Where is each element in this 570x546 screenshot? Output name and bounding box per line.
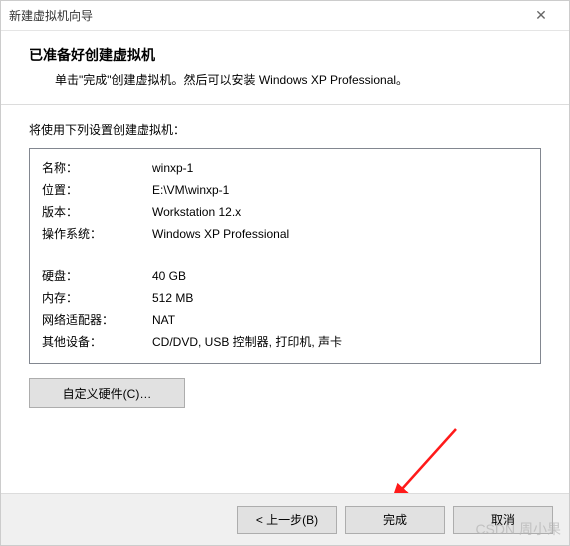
summary-row: 操作系统： Windows XP Professional	[42, 223, 528, 245]
label-os: 操作系统：	[42, 223, 152, 245]
value-memory: 512 MB	[152, 287, 528, 309]
label-disk: 硬盘：	[42, 265, 152, 287]
wizard-header: 已准备好创建虚拟机 单击"完成"创建虚拟机。然后可以安装 Windows XP …	[1, 31, 569, 105]
label-network: 网络适配器：	[42, 309, 152, 331]
value-version: Workstation 12.x	[152, 201, 528, 223]
label-other: 其他设备：	[42, 331, 152, 353]
value-network: NAT	[152, 309, 528, 331]
cancel-button[interactable]: 取消	[453, 506, 553, 534]
summary-row: 其他设备： CD/DVD, USB 控制器, 打印机, 声卡	[42, 331, 528, 353]
wizard-footer: < 上一步(B) 完成 取消	[1, 493, 569, 545]
summary-row: 名称： winxp-1	[42, 157, 528, 179]
spacer	[42, 245, 528, 265]
back-button[interactable]: < 上一步(B)	[237, 506, 337, 534]
label-name: 名称：	[42, 157, 152, 179]
window-title: 新建虚拟机向导	[9, 7, 521, 24]
summary-row: 位置： E:\VM\winxp-1	[42, 179, 528, 201]
close-icon[interactable]: ✕	[521, 7, 561, 24]
value-location: E:\VM\winxp-1	[152, 179, 528, 201]
value-other: CD/DVD, USB 控制器, 打印机, 声卡	[152, 331, 528, 353]
label-memory: 内存：	[42, 287, 152, 309]
summary-box: 名称： winxp-1 位置： E:\VM\winxp-1 版本： Workst…	[29, 148, 541, 364]
finish-button[interactable]: 完成	[345, 506, 445, 534]
summary-row: 硬盘： 40 GB	[42, 265, 528, 287]
value-name: winxp-1	[152, 157, 528, 179]
summary-row: 内存： 512 MB	[42, 287, 528, 309]
wizard-content: 将使用下列设置创建虚拟机： 名称： winxp-1 位置： E:\VM\winx…	[1, 105, 569, 418]
label-location: 位置：	[42, 179, 152, 201]
page-subheading: 单击"完成"创建虚拟机。然后可以安装 Windows XP Profession…	[29, 71, 541, 88]
value-disk: 40 GB	[152, 265, 528, 287]
settings-intro: 将使用下列设置创建虚拟机：	[29, 121, 541, 138]
summary-row: 版本： Workstation 12.x	[42, 201, 528, 223]
label-version: 版本：	[42, 201, 152, 223]
summary-row: 网络适配器： NAT	[42, 309, 528, 331]
value-os: Windows XP Professional	[152, 223, 528, 245]
page-heading: 已准备好创建虚拟机	[29, 45, 541, 65]
titlebar: 新建虚拟机向导 ✕	[1, 1, 569, 31]
customize-hardware-button[interactable]: 自定义硬件(C)…	[29, 378, 185, 408]
